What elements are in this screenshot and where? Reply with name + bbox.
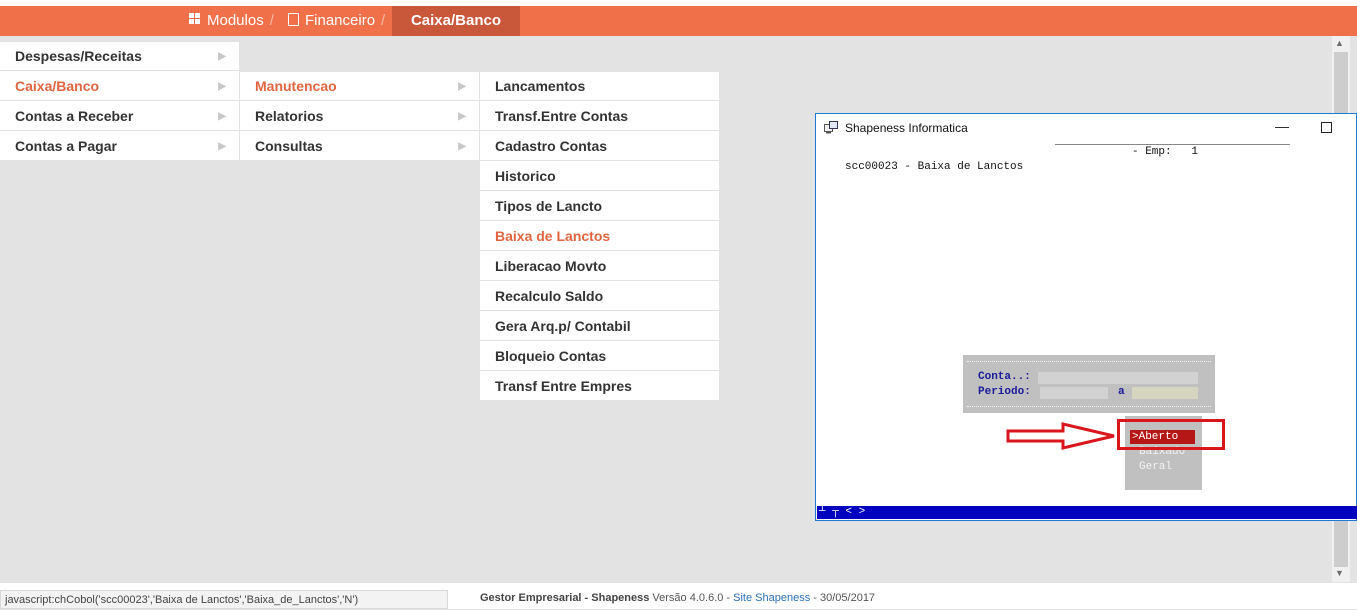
title-divider [1055, 144, 1290, 145]
conta-field[interactable] [1038, 372, 1198, 384]
breadcrumb-label: Modulos [207, 12, 264, 29]
menu-level-1: Despesas/Receitas ▶ Caixa/Banco ▶ Contas a… [0, 42, 239, 161]
menu-item-label: Contas a Receber [15, 108, 134, 124]
menu-item-label: Caixa/Banco [15, 78, 100, 94]
footer-app: Gestor Empresarial - Shapeness [480, 592, 650, 604]
caret-right-icon: ▶ [458, 111, 466, 122]
menu-item-caixa-banco[interactable]: Caixa/Banco ▶ [0, 72, 239, 101]
annotation-arrow-icon [1006, 422, 1115, 450]
menu-item-despesas-receitas[interactable]: Despesas/Receitas ▶ [0, 42, 239, 71]
menu-item-label: Relatorios [255, 108, 324, 124]
breadcrumb-separator: / [269, 12, 274, 29]
menu-item-bloqueio-contas[interactable]: Bloqueio Contas [480, 342, 719, 371]
program-line: scc00023 - Baixa de Lanctos [845, 161, 1024, 173]
breadcrumb-caixa-banco[interactable]: Caixa/Banco [392, 6, 520, 36]
menu-item-label: Consultas [255, 138, 323, 154]
periodo-start-field[interactable] [1040, 387, 1108, 399]
menu-item-gera-arq-contabil[interactable]: Gera Arq.p/ Contabil [480, 312, 719, 341]
filter-box [963, 355, 1215, 413]
grid-icon [189, 13, 202, 26]
scroll-down-icon[interactable]: ▼ [1335, 568, 1344, 578]
window-title: Shapeness Informatica [845, 121, 968, 135]
terminal-status-bar: ┴ ┬ < > [817, 506, 1357, 519]
menu-item-manutencao[interactable]: Manutencao ▶ [240, 72, 479, 101]
footer: Gestor Empresarial - Shapeness Versão 4.… [480, 592, 875, 604]
menu-item-liberacao-movto[interactable]: Liberacao Movto [480, 252, 719, 281]
menu-item-label: Despesas/Receitas [15, 48, 142, 64]
app-icon [824, 121, 838, 134]
menu-item-recalculo-saldo[interactable]: Recalculo Saldo [480, 282, 719, 311]
caret-right-icon: ▶ [458, 141, 466, 152]
breadcrumb-separator: / [381, 12, 386, 29]
menu-item-tipos-de-lancto[interactable]: Tipos de Lancto [480, 192, 719, 221]
option-geral[interactable]: Geral [1139, 461, 1172, 473]
breadcrumb-modulos[interactable]: Modulos / [189, 6, 274, 36]
footer-date: - 30/05/2017 [813, 592, 876, 604]
menu-item-relatorios[interactable]: Relatorios ▶ [240, 102, 479, 131]
minimize-icon[interactable]: — [1275, 118, 1289, 134]
caret-right-icon: ▶ [218, 51, 226, 62]
breadcrumb-financeiro[interactable]: Financeiro / [288, 6, 385, 36]
caret-right-icon: ▶ [218, 81, 226, 92]
periodo-label: Periodo: [978, 386, 1031, 398]
menu-level-3: Lancamentos Transf.Entre Contas Cadastro… [480, 72, 719, 401]
periodo-end-field[interactable] [1132, 387, 1198, 399]
footer-version: Versão 4.0.6.0 - [652, 592, 731, 604]
emp-line: - Emp: 1 [1132, 146, 1199, 158]
menu-item-contas-a-pagar[interactable]: Contas a Pagar ▶ [0, 132, 239, 161]
menu-item-baixa-de-lanctos[interactable]: Baixa de Lanctos [480, 222, 719, 251]
menu-item-label: Contas a Pagar [15, 138, 117, 154]
highlight-box [1117, 419, 1225, 450]
periodo-separator: a [1118, 386, 1125, 398]
maximize-icon[interactable] [1321, 122, 1332, 133]
menu-level-2: Manutencao ▶ Relatorios ▶ Consultas ▶ [240, 72, 479, 161]
conta-label: Conta..: [978, 371, 1031, 383]
menu-item-contas-a-receber[interactable]: Contas a Receber ▶ [0, 102, 239, 131]
menu-item-transf-entre-contas[interactable]: Transf.Entre Contas [480, 102, 719, 131]
terminal-window [815, 113, 1357, 521]
menu-item-lancamentos[interactable]: Lancamentos [480, 72, 719, 101]
menu-item-historico[interactable]: Historico [480, 162, 719, 191]
footer-site-link[interactable]: Site Shapeness [733, 592, 810, 604]
caret-right-icon: ▶ [218, 111, 226, 122]
scroll-up-icon[interactable]: ▲ [1335, 38, 1344, 48]
menu-item-transf-entre-empres[interactable]: Transf Entre Empres [480, 372, 719, 401]
caret-right-icon: ▶ [458, 81, 466, 92]
menu-item-consultas[interactable]: Consultas ▶ [240, 132, 479, 161]
link-preview-url: javascript:chCobol('scc00023','Baixa de … [0, 590, 448, 609]
menu-item-label: Manutencao [255, 78, 337, 94]
caret-right-icon: ▶ [218, 141, 226, 152]
menu-item-cadastro-contas[interactable]: Cadastro Contas [480, 132, 719, 161]
breadcrumb-label: Financeiro [305, 12, 376, 29]
document-icon [288, 13, 299, 26]
